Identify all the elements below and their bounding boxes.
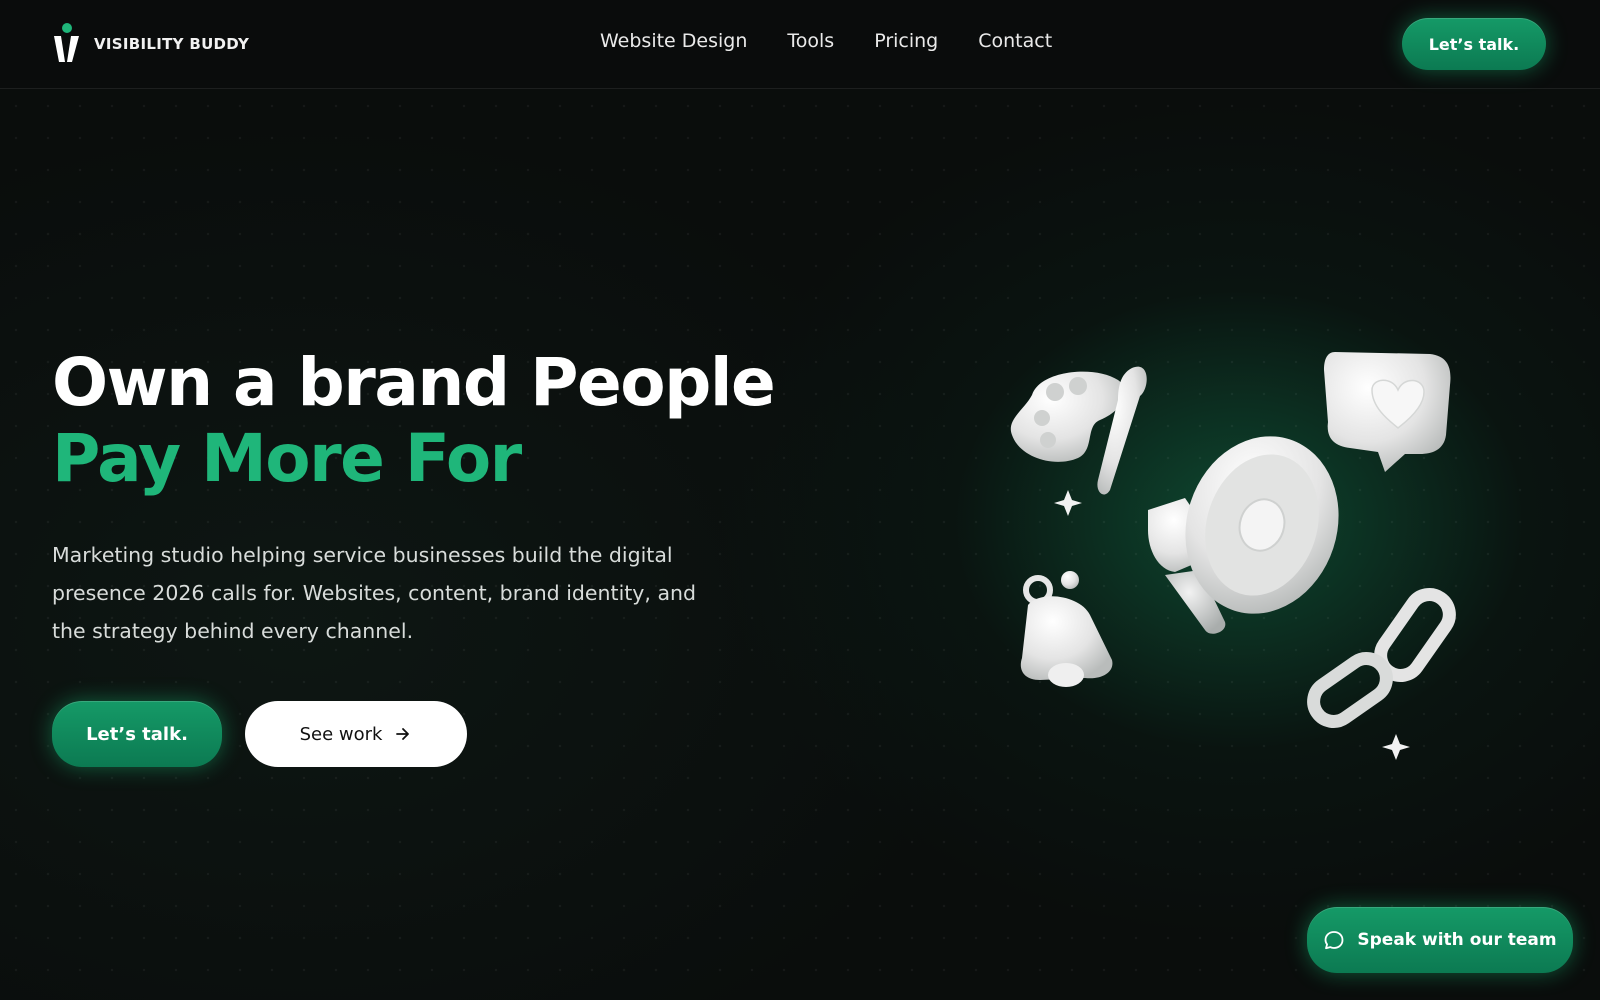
hero-headline: Own a brand People Pay More For <box>52 345 812 497</box>
see-work-label: See work <box>299 723 383 745</box>
hero-lets-talk-button[interactable]: Let’s talk. <box>52 701 222 767</box>
palette-icon <box>1010 366 1147 495</box>
speak-with-team-button[interactable]: Speak with our team <box>1307 907 1573 973</box>
nav-contact[interactable]: Contact <box>978 30 1052 52</box>
chat-bubble-icon <box>1324 931 1344 950</box>
sparkle-icon <box>1382 734 1410 760</box>
link-icon <box>1307 588 1456 728</box>
speak-with-team-label: Speak with our team <box>1357 930 1557 950</box>
brand-logo[interactable]: VISIBILITY BUDDY <box>52 22 249 66</box>
nav-tools[interactable]: Tools <box>787 30 834 52</box>
nav-pricing[interactable]: Pricing <box>874 30 938 52</box>
arrow-right-icon <box>396 728 410 740</box>
marketing-illustration <box>1010 352 1456 760</box>
sparkle-icon <box>1054 490 1082 516</box>
headline-line-2: Pay More For <box>52 420 522 497</box>
main-nav: Website Design Tools Pricing Contact <box>600 30 1052 52</box>
heart-message-icon <box>1324 352 1451 472</box>
header-lets-talk-button[interactable]: Let’s talk. <box>1402 18 1546 70</box>
see-work-button[interactable]: See work <box>245 701 467 767</box>
hero-subtext: Marketing studio helping service busines… <box>52 543 697 643</box>
nav-website-design[interactable]: Website Design <box>600 30 747 52</box>
bell-icon <box>1020 571 1113 687</box>
logo-mark-icon <box>54 23 79 62</box>
brand-name: VISIBILITY BUDDY <box>94 35 250 53</box>
site-header: VISIBILITY BUDDY Website Design Tools Pr… <box>0 0 1600 89</box>
megaphone-icon <box>1148 436 1339 634</box>
headline-line-1: Own a brand People <box>52 344 776 421</box>
